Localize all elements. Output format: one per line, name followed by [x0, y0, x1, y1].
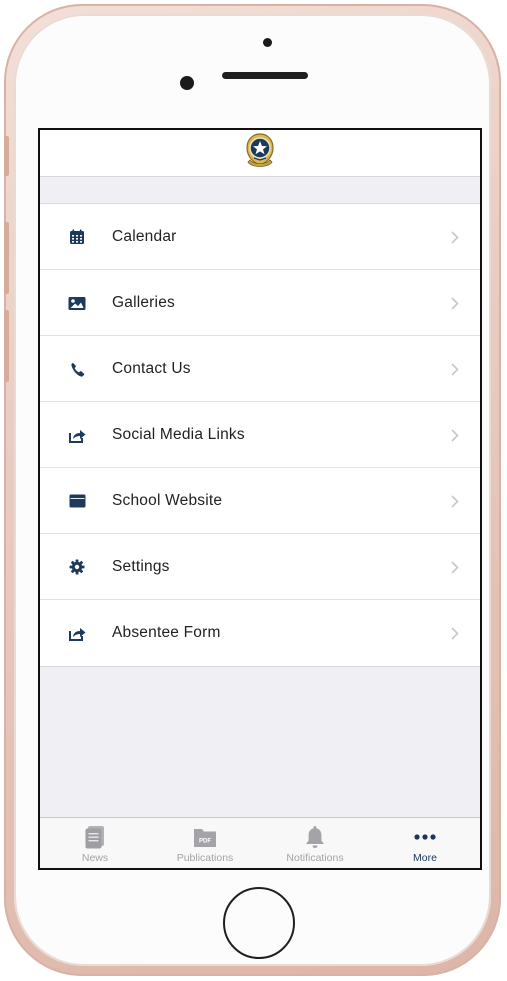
volume-up-button — [4, 222, 9, 294]
chevron-right-icon — [448, 626, 462, 640]
chevron-right-icon — [448, 494, 462, 508]
section-spacer — [40, 177, 480, 204]
tab-more[interactable]: More — [370, 818, 480, 868]
menu-item-school-website[interactable]: School Website — [40, 468, 480, 534]
tab-publications[interactable]: PDF Publications — [150, 818, 260, 868]
front-camera — [180, 76, 194, 90]
mute-switch — [4, 136, 9, 176]
home-button[interactable] — [223, 887, 295, 959]
svg-text:PDF: PDF — [199, 839, 211, 845]
pdf-folder-icon: PDF — [193, 824, 217, 850]
school-crest-logo — [242, 132, 278, 175]
tab-label: Notifications — [286, 852, 344, 864]
chevron-right-icon — [448, 362, 462, 376]
menu-item-label: Social Media Links — [112, 426, 245, 443]
chevron-right-icon — [448, 230, 462, 244]
tab-news[interactable]: News — [40, 818, 150, 868]
menu-item-contact-us[interactable]: Contact Us — [40, 336, 480, 402]
earpiece-speaker — [222, 72, 308, 79]
tab-label: Publications — [176, 852, 234, 864]
menu-item-settings[interactable]: Settings — [40, 534, 480, 600]
browser-window-icon — [66, 490, 88, 512]
menu-item-label: Contact Us — [112, 360, 191, 377]
chevron-right-icon — [448, 428, 462, 442]
chevron-right-icon — [448, 560, 462, 574]
gallery-icon — [66, 292, 88, 314]
calendar-icon — [66, 226, 88, 248]
menu-item-label: School Website — [112, 492, 223, 509]
app-screen: Calendar Galleries Contact Us Social Med… — [40, 130, 480, 868]
tab-label: News — [81, 852, 109, 864]
more-dots-icon — [413, 824, 437, 850]
navigation-bar — [40, 130, 480, 177]
menu-item-social-media-links[interactable]: Social Media Links — [40, 402, 480, 468]
menu-item-absentee-form[interactable]: Absentee Form — [40, 600, 480, 666]
share-icon — [66, 622, 88, 644]
share-icon — [66, 424, 88, 446]
proximity-sensor — [263, 38, 272, 47]
menu-item-label: Absentee Form — [112, 624, 221, 641]
newspaper-icon — [84, 824, 106, 850]
gear-icon — [66, 556, 88, 578]
tab-label: More — [413, 852, 437, 864]
volume-down-button — [4, 310, 9, 382]
menu-list: Calendar Galleries Contact Us Social Med… — [40, 204, 480, 667]
menu-item-calendar[interactable]: Calendar — [40, 204, 480, 270]
phone-icon — [66, 358, 88, 380]
menu-item-label: Calendar — [112, 228, 177, 245]
tab-notifications[interactable]: Notifications — [260, 818, 370, 868]
menu-item-label: Settings — [112, 558, 170, 575]
chevron-right-icon — [448, 296, 462, 310]
tab-bar: News PDF Publications Notifications More — [40, 817, 480, 868]
menu-item-label: Galleries — [112, 294, 175, 311]
bell-icon — [305, 824, 325, 850]
phone-screen: Calendar Galleries Contact Us Social Med… — [38, 128, 482, 870]
menu-item-galleries[interactable]: Galleries — [40, 270, 480, 336]
